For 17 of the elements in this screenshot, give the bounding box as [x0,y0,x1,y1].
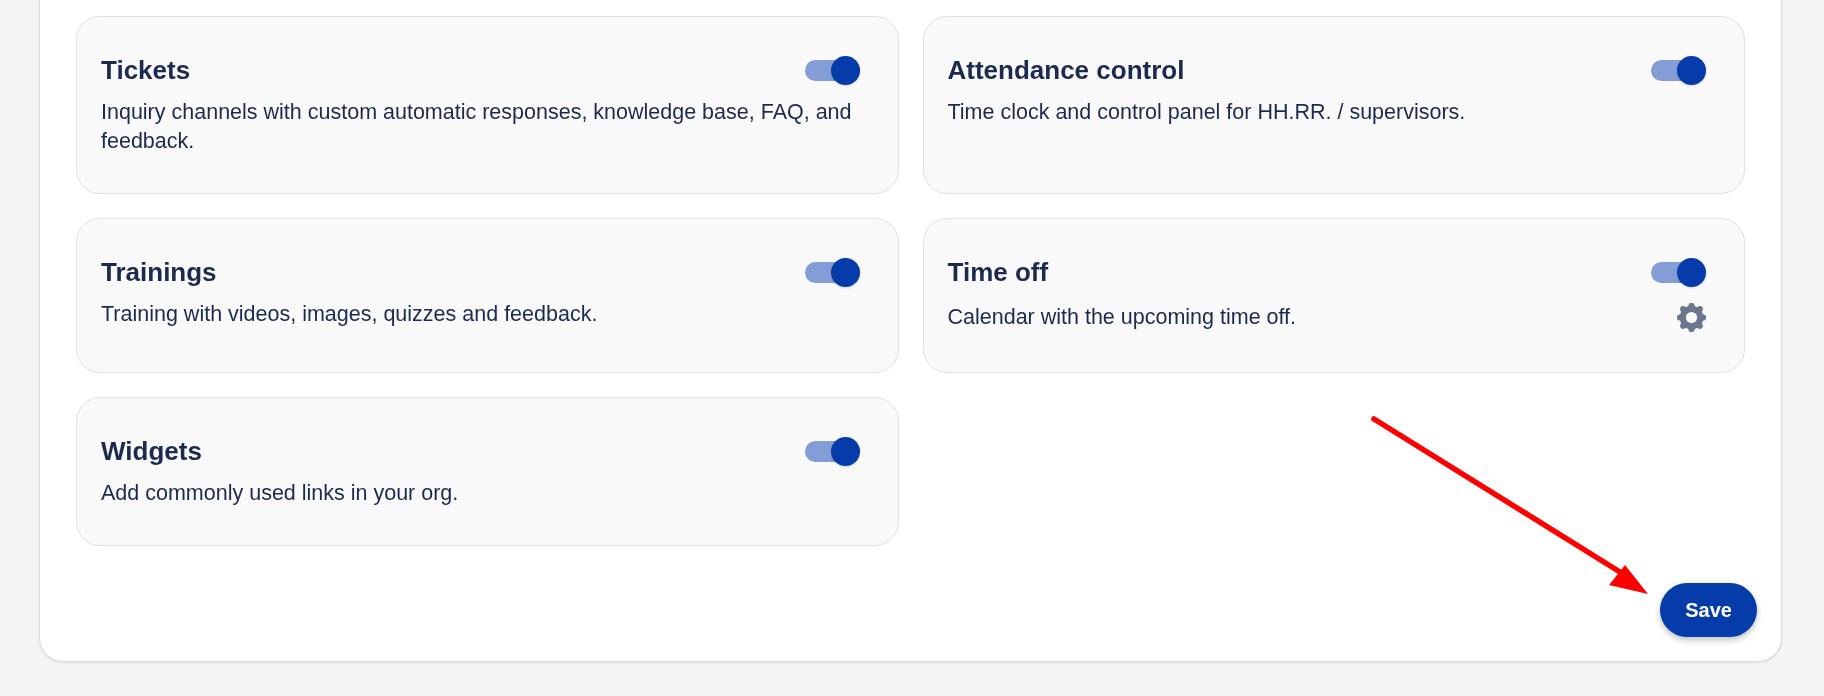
module-description: Training with videos, images, quizzes and feedback. [101,301,598,328]
module-description: Add commonly used links in your org. [101,480,459,507]
toggle-switch[interactable] [804,436,860,466]
module-title: Attendance control [947,54,1185,86]
module-description: Calendar with the upcoming time off. [947,304,1297,331]
save-button[interactable]: Save [1660,583,1757,637]
module-title: Time off [947,256,1049,288]
module-title: Widgets [101,435,202,467]
settings-icon[interactable] [1677,303,1706,332]
toggle-switch[interactable] [1651,55,1706,85]
toggle-switch[interactable] [804,257,860,287]
module-description: Time clock and control panel for HH.RR. / supervisors. [947,99,1466,126]
toggle-switch[interactable] [804,55,860,85]
module-title: Tickets [101,54,191,86]
toggle-switch[interactable] [1651,257,1706,287]
module-description: Inquiry channels with custom automatic responses, knowledge base, FAQ, and feedback. [101,99,853,155]
module-title: Trainings [101,256,217,288]
